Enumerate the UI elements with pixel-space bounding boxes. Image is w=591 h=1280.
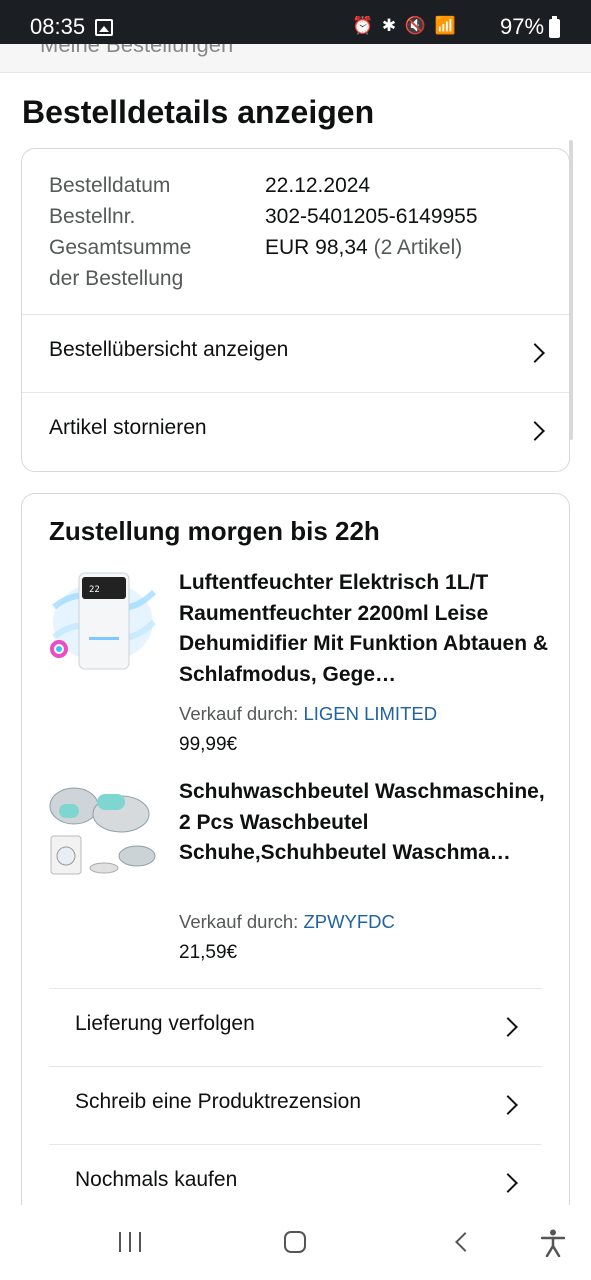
chevron-right-icon (498, 1173, 518, 1193)
chevron-right-icon (498, 1017, 518, 1037)
product-image-shoe-wash-bag[interactable] (49, 776, 157, 884)
previous-header-text: Meine Bestellungen (40, 44, 234, 57)
order-total-label-line2: der Bestellung (49, 267, 184, 290)
order-date-label: Bestelldatum (49, 174, 171, 197)
order-total-amount: EUR 98,34 (265, 236, 368, 259)
sold-by-label: Verkauf durch: (179, 911, 299, 932)
order-date-value: 22.12.2024 (265, 174, 371, 197)
seller-line: Verkauf durch: ZPWYFDC (179, 911, 395, 933)
track-delivery-label: Lieferung verfolgen (75, 1012, 255, 1035)
order-total-value: EUR 98,34 (2 Artikel) (265, 232, 462, 263)
track-delivery-button[interactable]: Lieferung verfolgen (49, 988, 542, 1066)
cancel-items-label: Artikel stornieren (49, 416, 207, 439)
product-image-dehumidifier[interactable]: 22 (49, 567, 157, 675)
svg-text:22: 22 (89, 585, 100, 595)
order-item-count: (2 Artikel) (373, 236, 463, 259)
battery-level: 97% (500, 14, 545, 39)
cancel-items-link[interactable]: Artikel stornieren (22, 392, 569, 471)
gallery-notification-icon (95, 19, 113, 36)
status-icons: ⏰ ✱ 🔇 📶 (352, 16, 458, 35)
page-title: Bestelldetails anzeigen (22, 94, 375, 130)
view-order-summary-link[interactable]: Bestellübersicht anzeigen (22, 314, 569, 392)
system-nav-bar (0, 1205, 591, 1280)
back-button[interactable] (455, 1232, 475, 1252)
product-title[interactable]: Schuhwaschbeutel Waschmaschine, 2 Pcs Wa… (179, 777, 549, 869)
seller-link[interactable]: LIGEN LIMITED (303, 703, 437, 724)
accessibility-button[interactable] (540, 1229, 566, 1258)
buy-again-label: Nochmals kaufen (75, 1168, 238, 1191)
previous-header: Meine Bestellungen (0, 44, 591, 73)
status-bar: 08:35 ⏰ ✱ 🔇 📶 97% (0, 0, 591, 44)
order-summary-card: Bestelldatum 22.12.2024 Bestellnr. 302-5… (21, 148, 570, 472)
chevron-right-icon (498, 1095, 518, 1115)
chevron-right-icon (525, 343, 545, 363)
chevron-right-icon (525, 421, 545, 441)
write-review-button[interactable]: Schreib eine Produktrezension (49, 1066, 542, 1144)
order-number-label: Bestellnr. (49, 205, 136, 228)
battery-icon (549, 16, 560, 38)
product-price: 21,59€ (179, 942, 238, 963)
seller-link[interactable]: ZPWYFDC (303, 911, 394, 932)
sold-by-label: Verkauf durch: (179, 703, 299, 724)
view-order-summary-label: Bestellübersicht anzeigen (49, 338, 289, 361)
product-title[interactable]: Luftentfeuchter Elektrisch 1L/T Raumentf… (179, 568, 549, 690)
write-review-label: Schreib eine Produktrezension (75, 1090, 362, 1113)
recent-apps-button[interactable] (119, 1232, 143, 1252)
order-number-value: 302-5401205-6149955 (265, 205, 478, 228)
accessibility-icon (540, 1229, 566, 1258)
product-price: 99,99€ (179, 734, 238, 755)
status-time: 08:35 (30, 14, 86, 39)
home-button[interactable] (284, 1231, 306, 1253)
order-total-label: Gesamtsumme (49, 236, 192, 259)
shipment-card: Zustellung morgen bis 22h 22 Luftentfeuc… (21, 493, 570, 1253)
delivery-estimate: Zustellung morgen bis 22h (49, 516, 380, 546)
seller-line: Verkauf durch: LIGEN LIMITED (179, 703, 437, 725)
